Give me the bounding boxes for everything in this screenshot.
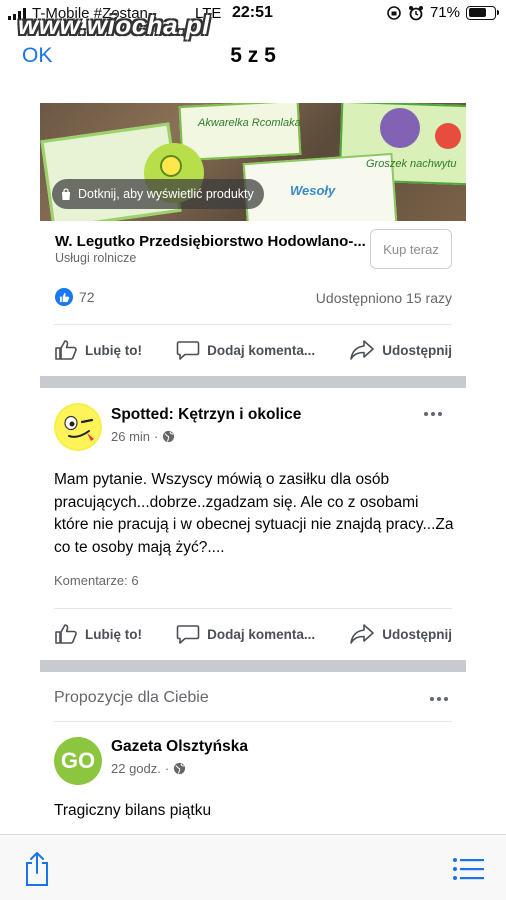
alarm-icon [408, 5, 423, 20]
share-sheet-icon[interactable] [22, 851, 52, 887]
rotation-lock-icon [387, 5, 401, 20]
like-reaction-icon [55, 288, 73, 306]
post-action-bar: Lubię to! Dodaj komenta... Udostępnij [54, 614, 452, 654]
shop-category: Usługi rolnicze [55, 251, 137, 265]
share-button[interactable]: Udostępnij [349, 623, 452, 645]
thumbs-up-icon [55, 340, 77, 360]
post-options-icon[interactable] [424, 412, 442, 416]
divider [54, 721, 452, 722]
likes-count: 72 [79, 289, 95, 305]
comment-label: Dodaj komenta... [207, 626, 316, 642]
post-avatar[interactable] [54, 403, 102, 451]
divider [54, 608, 452, 609]
photo-label: Wesoły [290, 183, 336, 198]
post-meta: 26 min · [111, 429, 175, 444]
suggestions-options-icon[interactable] [430, 697, 448, 701]
list-icon[interactable] [452, 857, 484, 881]
suggestion-avatar[interactable]: GO [54, 737, 102, 785]
comment-icon [176, 341, 200, 360]
share-label: Udostępnij [382, 626, 452, 642]
shop-title[interactable]: W. Legutko Przedsiębiorstwo Hodowlano-..… [55, 233, 365, 250]
share-button[interactable]: Udostępnij [349, 339, 452, 361]
comment-icon [176, 625, 200, 644]
post-author[interactable]: Spotted: Kętrzyn i okolice [111, 406, 301, 424]
photo-label: Groszek nachwytu [366, 158, 457, 170]
comment-button[interactable]: Dodaj komenta... [176, 623, 315, 645]
suggestion-text: Tragiczny bilans piątku [54, 802, 212, 819]
suggestions-heading: Propozycje dla Ciebie [54, 689, 209, 706]
view-products-label: Dotknij, aby wyświetlić produkty [78, 187, 254, 201]
page-counter: 5 z 5 [230, 44, 276, 67]
suggestion-time[interactable]: 22 godz. [111, 761, 161, 776]
feed-separator [40, 660, 466, 672]
like-button[interactable]: Lubię to! [54, 339, 142, 361]
reaction-count[interactable]: 72 [55, 288, 95, 306]
share-arrow-icon [350, 340, 375, 360]
globe-icon [163, 430, 175, 443]
shopping-bag-icon [62, 187, 70, 200]
post-text: Mam pytanie. Wszyscy mówią o zasiłku dla… [54, 471, 454, 556]
ad-action-bar: Lubię to! Dodaj komenta... Udostępnij [54, 330, 452, 370]
comments-count[interactable]: Komentarze: 6 [54, 573, 139, 588]
globe-icon [174, 762, 186, 775]
product-photo[interactable]: Akwarelka Rcomlaka Groszek nachwytu Weso… [40, 103, 466, 221]
shares-count[interactable]: Udostępniono 15 razy [316, 290, 452, 306]
like-button[interactable]: Lubię to! [54, 623, 142, 645]
share-arrow-icon [350, 624, 375, 644]
battery-icon [466, 5, 499, 20]
thumbs-up-icon [55, 624, 77, 644]
comment-button[interactable]: Dodaj komenta... [176, 339, 315, 361]
divider [54, 324, 452, 325]
avatar-logo-text: GO [60, 748, 96, 773]
like-label: Lubię to! [85, 342, 142, 358]
share-label: Udostępnij [382, 342, 452, 358]
post-time[interactable]: 26 min [111, 429, 150, 444]
bottom-toolbar [0, 834, 506, 900]
suggestion-meta: 22 godz. · [111, 761, 186, 776]
status-right: 71% [386, 4, 499, 21]
top-nav: OK 5 z 5 [0, 30, 506, 88]
clock: 22:51 [232, 4, 273, 21]
battery-percent: 71% [429, 4, 460, 21]
comment-label: Dodaj komenta... [207, 342, 316, 358]
view-products-pill[interactable]: Dotknij, aby wyświetlić produkty [52, 179, 264, 209]
like-label: Lubię to! [85, 626, 142, 642]
buy-now-button[interactable]: Kup teraz [370, 229, 452, 269]
feed-separator [40, 376, 466, 388]
suggestion-author[interactable]: Gazeta Olsztyńska [111, 738, 248, 756]
photo-label: Akwarelka Rcomlaka [198, 117, 301, 129]
